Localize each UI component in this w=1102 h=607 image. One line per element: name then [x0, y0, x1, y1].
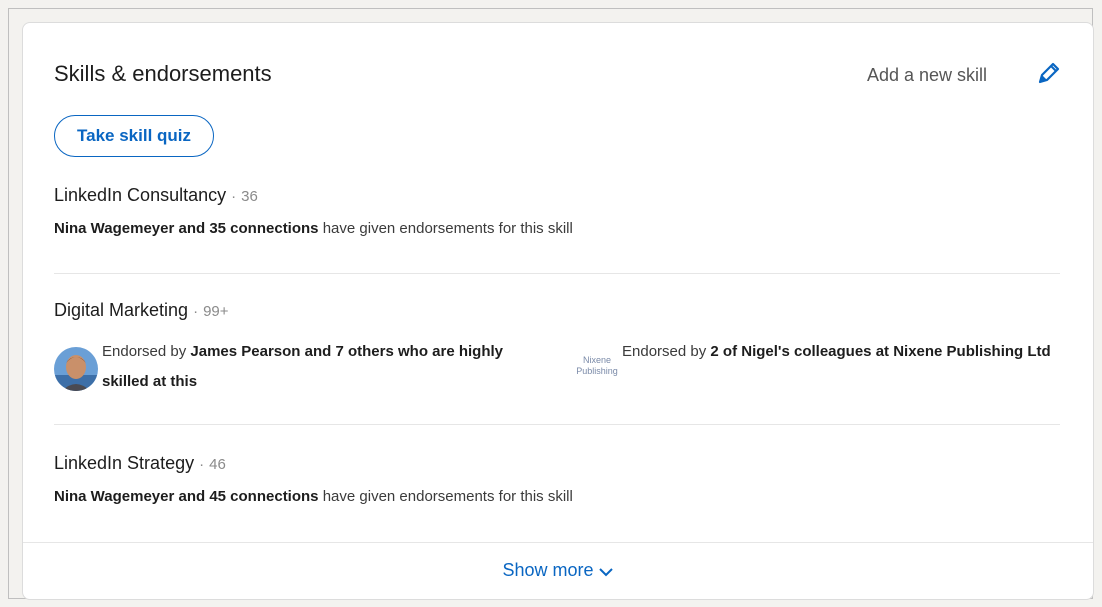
- endorsement-summary: Nina Wagemeyer and 45 connections have g…: [54, 488, 1060, 505]
- colleague-endorsers[interactable]: 2 of Nigel's colleagues at Nixene Publis…: [710, 343, 1050, 360]
- chevron-down-icon: [598, 561, 614, 582]
- skills-card: Skills & endorsements Add a new skill Ta…: [22, 22, 1094, 600]
- endorsement-text: have given endorsements for this skill: [322, 488, 573, 505]
- skill-item-linkedin-consultancy[interactable]: LinkedIn Consultancy · 36 Nina Wagemeyer…: [54, 185, 1060, 237]
- skill-separator: ·: [193, 303, 199, 320]
- divider: [54, 273, 1060, 274]
- colleagues-prefix: Endorsed by: [622, 343, 707, 360]
- endorsers-names[interactable]: Nina Wagemeyer and 45 connections: [54, 488, 319, 505]
- endorsers-names[interactable]: Nina Wagemeyer and 35 connections: [54, 220, 319, 237]
- endorsement-count[interactable]: 46: [209, 456, 226, 473]
- take-skill-quiz-button[interactable]: Take skill quiz: [54, 115, 215, 157]
- show-more-button[interactable]: Show more: [502, 560, 613, 582]
- show-more-label: Show more: [502, 560, 594, 580]
- company-logo[interactable]: Nixene Publishing: [574, 351, 620, 385]
- skill-heading: LinkedIn Consultancy · 36: [54, 185, 1060, 206]
- add-skill-link[interactable]: Add a new skill: [867, 65, 987, 86]
- card-header: Skills & endorsements Add a new skill: [54, 59, 1063, 91]
- pencil-icon[interactable]: [1033, 59, 1063, 89]
- endorsement-text: have given endorsements for this skill: [322, 220, 573, 237]
- skill-separator: ·: [199, 456, 205, 473]
- endorsement-highlights: Endorsed by James Pearson and 7 others w…: [54, 337, 1060, 397]
- endorsed-by-prefix: Endorsed by: [102, 343, 187, 360]
- endorsement-summary: Nina Wagemeyer and 35 connections have g…: [54, 220, 1060, 237]
- skill-item-digital-marketing[interactable]: Digital Marketing · 99+ Endorsed by Jame…: [54, 300, 1060, 397]
- top-endorser-text: Endorsed by James Pearson and 7 others w…: [102, 337, 532, 397]
- skill-name[interactable]: LinkedIn Consultancy: [54, 185, 226, 205]
- divider: [54, 424, 1060, 425]
- colleague-endorsement-text: Endorsed by 2 of Nigel's colleagues at N…: [622, 337, 1062, 367]
- skill-separator: ·: [231, 188, 237, 205]
- skill-name[interactable]: Digital Marketing: [54, 300, 188, 320]
- endorsement-count[interactable]: 36: [241, 188, 258, 205]
- skill-heading: Digital Marketing · 99+: [54, 300, 1060, 321]
- card-footer: Show more: [23, 542, 1093, 599]
- avatar[interactable]: [54, 347, 98, 391]
- endorsement-count[interactable]: 99+: [203, 303, 228, 320]
- skill-item-linkedin-strategy[interactable]: LinkedIn Strategy · 46 Nina Wagemeyer an…: [54, 453, 1060, 505]
- card-title: Skills & endorsements: [54, 61, 272, 86]
- skill-heading: LinkedIn Strategy · 46: [54, 453, 1060, 474]
- skill-name[interactable]: LinkedIn Strategy: [54, 453, 194, 473]
